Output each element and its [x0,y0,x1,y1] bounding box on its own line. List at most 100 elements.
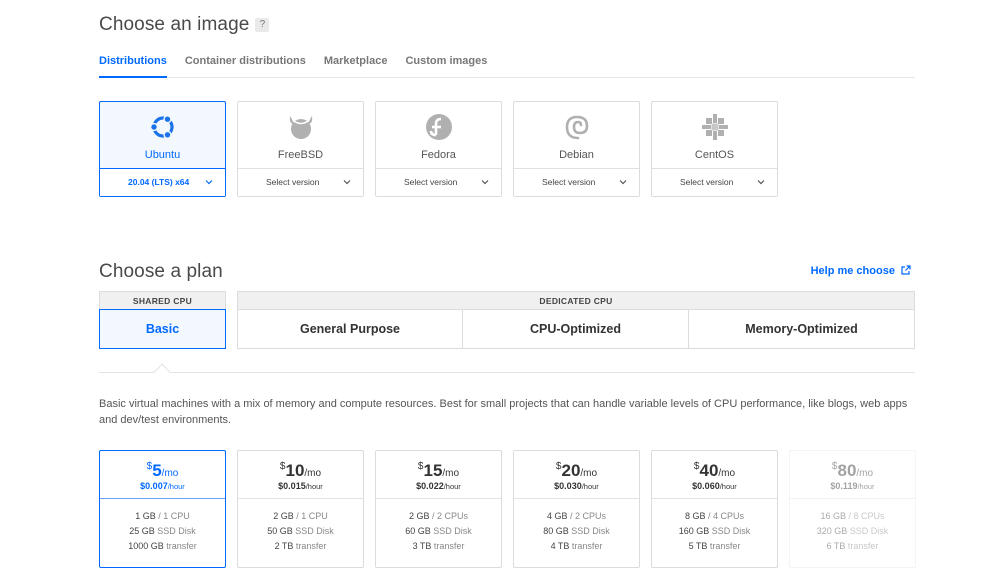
distro-list: Ubuntu 20.04 (LTS) x64 FreeBSD Select ve… [99,101,789,197]
disk-amount: 320 GB [816,526,848,536]
plan-basic-button[interactable]: Basic [99,309,226,349]
price-separator [100,498,225,499]
monthly-price: $80/mo [790,461,915,481]
version-select-fedora[interactable]: Select version [376,168,501,196]
hourly-value: $0.007 [140,481,168,491]
price-value: 40 [699,461,719,480]
distro-card-fedora[interactable]: Fedora Select version [375,101,502,197]
dedicated-cpu-header: DEDICATED CPU [237,291,915,309]
hourly-unit: /hour [305,482,323,491]
fedora-icon [425,114,452,140]
disk-amount: 80 GB [543,526,569,536]
hourly-value: $0.030 [554,481,582,491]
centos-icon [701,114,728,140]
disk-unit: SSD Disk [711,526,751,536]
disk-unit: SSD Disk [571,526,610,536]
distro-name: Fedora [421,149,456,161]
plan-section-title: Choose a plan [99,261,223,282]
price-card: $80/mo $0.119/hour 16 GB / 8 CPUs 320 GB SS… [789,450,916,568]
spec-transfer: 6 TB transfer [790,539,915,554]
transfer-amount: 6 TB [826,541,846,551]
plan-general-purpose-button[interactable]: General Purpose [237,309,463,349]
memory-amount: 8 GB [684,511,706,521]
disk-amount: 50 GB [267,526,293,536]
plan-specs: 4 GB / 2 CPUs 80 GB SSD Disk 4 TB transfer [514,509,639,554]
spec-transfer: 3 TB transfer [376,539,501,554]
tab-marketplace[interactable]: Marketplace [324,53,388,78]
distro-card-debian[interactable]: Debian Select version [513,101,640,197]
spec-transfer: 1000 GB transfer [100,539,225,554]
spec-transfer: 5 TB transfer [652,539,777,554]
disk-amount: 60 GB [405,526,431,536]
disk-unit: SSD Disk [157,526,196,536]
hourly-unit: /hour [167,482,185,491]
disk-unit: SSD Disk [849,526,889,536]
version-select-debian[interactable]: Select version [514,168,639,196]
help-me-choose-link[interactable]: Help me choose [811,265,911,277]
hourly-value: $0.060 [692,481,720,491]
spec-transfer: 2 TB transfer [238,539,363,554]
disk-unit: SSD Disk [295,526,334,536]
plan-cpu-optimized-button[interactable]: CPU-Optimized [462,309,689,349]
plan-specs: 8 GB / 4 CPUs 160 GB SSD Disk 5 TB transfe… [652,509,777,554]
transfer-amount: 4 TB [550,541,570,551]
version-label: Select version [266,177,320,187]
spec-disk: 320 GB SSD Disk [790,524,915,539]
tab-custom-images[interactable]: Custom images [405,53,487,78]
help-icon[interactable]: ? [255,18,270,32]
price-value: 20 [561,461,581,480]
price-period: /mo [442,468,460,479]
version-label: Select version [680,177,734,187]
hourly-unit: /hour [857,482,875,491]
version-select-centos[interactable]: Select version [652,168,777,196]
transfer-unit: transfer [571,541,603,551]
spec-memory: 2 GB / 2 CPUs [376,509,501,524]
price-separator [790,498,915,499]
price-card[interactable]: $5/mo $0.007/hour 1 GB / 1 CPU 25 GB SSD Di… [99,450,226,568]
price-separator [514,498,639,499]
cpu-count: / 2 CPUs [432,511,469,521]
shared-cpu-header: SHARED CPU [99,291,226,309]
distro-card-ubuntu[interactable]: Ubuntu 20.04 (LTS) x64 [99,101,226,197]
image-section-title: Choose an image? [99,14,270,36]
monthly-price: $20/mo [514,461,639,481]
hourly-price: $0.022/hour [376,481,501,491]
hourly-unit: /hour [719,482,737,491]
cpu-count: / 8 CPUs [848,511,885,521]
distro-card-freebsd[interactable]: FreeBSD Select version [237,101,364,197]
plan-specs: 2 GB / 1 CPU 50 GB SSD Disk 2 TB transfer [238,509,363,554]
disk-unit: SSD Disk [433,526,472,536]
tab-container-distributions[interactable]: Container distributions [185,53,306,78]
spec-disk: 25 GB SSD Disk [100,524,225,539]
price-value: 10 [285,461,305,480]
price-card[interactable]: $40/mo $0.060/hour 8 GB / 4 CPUs 160 GB SSD… [651,450,778,568]
plan-specs: 1 GB / 1 CPU 25 GB SSD Disk 1000 GB transf… [100,509,225,554]
price-card[interactable]: $15/mo $0.022/hour 2 GB / 2 CPUs 60 GB SSD … [375,450,502,568]
price-card[interactable]: $20/mo $0.030/hour 4 GB / 2 CPUs 80 GB SSD … [513,450,640,568]
memory-amount: 4 GB [546,511,568,521]
spec-transfer: 4 TB transfer [514,539,639,554]
price-period: /mo [718,468,736,479]
price-period: /mo [856,468,874,479]
version-label: 20.04 (LTS) x64 [128,177,190,187]
memory-amount: 2 GB [273,511,294,521]
hourly-value: $0.119 [830,481,858,491]
version-label: Select version [404,177,458,187]
spec-memory: 1 GB / 1 CPU [100,509,225,524]
price-card[interactable]: $10/mo $0.015/hour 2 GB / 1 CPU 50 GB SSD D… [237,450,364,568]
price-period: /mo [161,468,179,479]
price-value: 5 [152,461,162,480]
transfer-unit: transfer [709,541,741,551]
hourly-price: $0.060/hour [652,481,777,491]
plan-memory-optimized-button[interactable]: Memory-Optimized [688,309,915,349]
monthly-price: $15/mo [376,461,501,481]
external-link-icon [901,265,911,275]
tab-distributions[interactable]: Distributions [99,53,167,78]
transfer-amount: 5 TB [688,541,708,551]
cpu-count: / 2 CPUs [570,511,607,521]
distro-card-centos[interactable]: CentOS Select version [651,101,778,197]
price-separator [376,498,501,499]
monthly-price: $40/mo [652,461,777,481]
version-select-freebsd[interactable]: Select version [238,168,363,196]
version-select-ubuntu[interactable]: 20.04 (LTS) x64 [100,168,225,196]
